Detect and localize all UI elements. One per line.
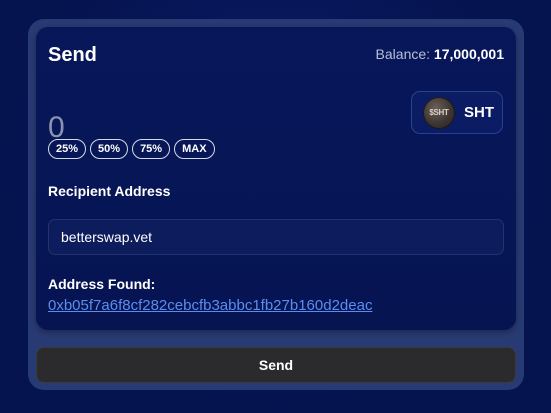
send-button[interactable]: Send bbox=[36, 347, 516, 383]
balance-label: Balance: bbox=[375, 46, 431, 62]
card-title: Send bbox=[48, 44, 97, 66]
recipient-label: Recipient Address bbox=[48, 183, 171, 199]
percent-50-button[interactable]: 50% bbox=[90, 139, 129, 159]
address-found-link[interactable]: 0xb05f7a6f8cf282cebcfb3abbc1fb27b160d2de… bbox=[48, 297, 372, 314]
recipient-address-input[interactable] bbox=[48, 219, 504, 255]
percent-25-button[interactable]: 25% bbox=[48, 139, 87, 159]
token-selector[interactable]: $SHT SHT bbox=[411, 91, 503, 134]
token-symbol: SHT bbox=[464, 104, 494, 121]
percent-buttons: 25% 50% 75% MAX bbox=[48, 139, 215, 159]
address-found-label: Address Found: bbox=[48, 276, 156, 292]
percent-75-button[interactable]: 75% bbox=[132, 139, 171, 159]
page: Send Balance: 17,000,001 $SHT SHT 25% 50… bbox=[0, 0, 551, 413]
send-card: Send Balance: 17,000,001 $SHT SHT 25% 50… bbox=[36, 27, 516, 330]
balance-value: 17,000,001 bbox=[433, 46, 504, 62]
balance: Balance: 17,000,001 bbox=[376, 46, 504, 62]
token-logo-icon: $SHT bbox=[423, 96, 455, 129]
send-panel: Send Balance: 17,000,001 $SHT SHT 25% 50… bbox=[28, 19, 524, 390]
max-button[interactable]: MAX bbox=[174, 139, 215, 159]
